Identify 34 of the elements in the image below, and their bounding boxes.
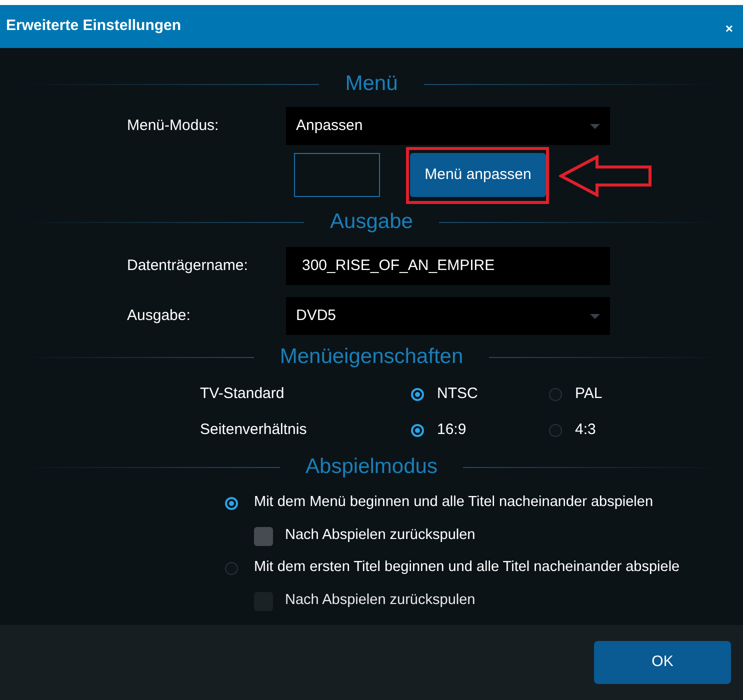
caret-icon — [590, 124, 600, 128]
radio-label: NTSC — [437, 384, 478, 404]
checkbox-label: Nach Abspielen zurückspulen — [285, 591, 476, 610]
section-heading: Abspielmodus — [304, 454, 438, 480]
arrow-icon — [559, 155, 653, 197]
section-heading: Ausgabe — [329, 209, 414, 236]
radio-label: PAL — [575, 384, 602, 404]
field-label: Datenträgername: — [127, 256, 249, 276]
field-label: Menü-Modus: — [127, 116, 220, 136]
radio-button[interactable] — [225, 496, 238, 510]
radio-button[interactable] — [549, 424, 562, 436]
radio-label: Mit dem ersten Titel beginnen und alle Titel nacheinander abspiele — [254, 558, 680, 578]
dropdown[interactable]: Anpassen — [286, 107, 610, 145]
section-heading: Menüeigenschaften — [278, 344, 464, 370]
option-label: TV-Standard — [200, 384, 286, 404]
dropdown[interactable]: DVD5 — [286, 297, 610, 335]
radio-button[interactable] — [549, 388, 562, 400]
radio-label: 4:3 — [575, 420, 596, 440]
radio-button[interactable] — [411, 388, 424, 400]
radio-button[interactable] — [411, 424, 424, 436]
ok-button[interactable]: OK — [594, 641, 731, 684]
checkbox-label: Nach Abspielen zurückspulen — [285, 526, 476, 546]
section-heading: Menü — [344, 71, 399, 98]
window-title: Erweiterte Einstellungen — [6, 16, 182, 36]
radio-label: 16:9 — [437, 420, 466, 440]
customize-menu-button[interactable]: Menü anpassen — [410, 153, 546, 197]
radio-label: Mit dem Menü beginnen und alle Titel nacheinander abspielen — [254, 493, 654, 512]
option-label: Seitenverhältnis — [200, 420, 308, 440]
close-button[interactable]: × — [725, 18, 733, 38]
radio-button[interactable] — [225, 562, 238, 574]
checkbox[interactable] — [254, 526, 273, 546]
field-label: Ausgabe: — [127, 306, 192, 326]
input-field[interactable]: 300_RISE_OF_AN_EMPIRE — [286, 247, 610, 285]
caret-icon — [590, 314, 600, 318]
